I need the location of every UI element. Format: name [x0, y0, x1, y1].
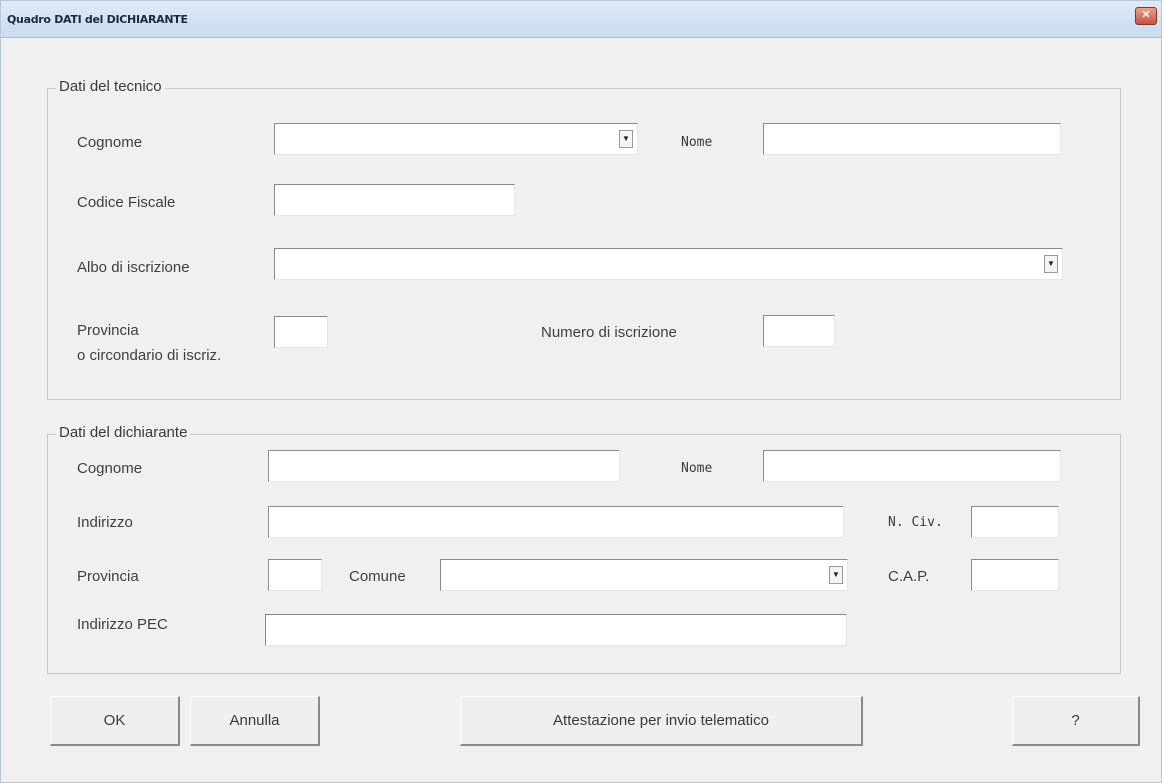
comune-label: Comune: [349, 568, 406, 585]
tecnico-cognome-label: Cognome: [77, 134, 143, 151]
comune-combo[interactable]: ▼: [440, 559, 848, 591]
tecnico-provincia-label-line1: Provincia: [77, 322, 139, 339]
tecnico-provincia-field[interactable]: [274, 316, 328, 348]
attestazione-button[interactable]: Attestazione per invio telematico: [460, 696, 863, 746]
tecnico-cognome-combo[interactable]: ▼: [274, 123, 638, 155]
ok-button[interactable]: OK: [50, 696, 180, 746]
numero-iscrizione-label: Numero di iscrizione: [541, 324, 677, 341]
codice-fiscale-field[interactable]: [274, 184, 515, 216]
pec-field[interactable]: [265, 614, 847, 646]
window-title: Quadro DATI del DICHIARANTE: [7, 13, 188, 26]
chevron-down-icon[interactable]: ▼: [1044, 255, 1058, 273]
indirizzo-label: Indirizzo: [77, 514, 133, 531]
tecnico-nome-field[interactable]: [763, 123, 1061, 155]
help-button[interactable]: ?: [1012, 696, 1140, 746]
chevron-down-icon[interactable]: ▼: [619, 130, 633, 148]
close-icon[interactable]: ✕: [1135, 7, 1157, 25]
dichiarante-cognome-label: Cognome: [77, 460, 143, 477]
dichiarante-provincia-field[interactable]: [268, 559, 322, 591]
indirizzo-field[interactable]: [268, 506, 844, 538]
numero-iscrizione-field[interactable]: [763, 315, 835, 347]
group-title-tecnico: Dati del tecnico: [56, 78, 165, 95]
dichiarante-nome-field[interactable]: [763, 450, 1061, 482]
numero-civico-label: N. Civ.: [888, 515, 943, 530]
numero-civico-field[interactable]: [971, 506, 1059, 538]
albo-iscrizione-label: Albo di iscrizione: [77, 259, 190, 276]
cap-label: C.A.P.: [888, 568, 930, 585]
pec-label: Indirizzo PEC: [77, 616, 168, 633]
dichiarante-nome-label: Nome: [681, 461, 713, 476]
albo-iscrizione-combo[interactable]: ▼: [274, 248, 1063, 280]
annulla-button[interactable]: Annulla: [190, 696, 320, 746]
title-bar[interactable]: Quadro DATI del DICHIARANTE ✕: [1, 1, 1161, 38]
codice-fiscale-label: Codice Fiscale: [77, 194, 176, 211]
dichiarante-cognome-field[interactable]: [268, 450, 620, 482]
tecnico-nome-label: Nome: [681, 135, 713, 150]
dichiarante-provincia-label: Provincia: [77, 568, 139, 585]
chevron-down-icon[interactable]: ▼: [829, 566, 843, 584]
group-title-dichiarante: Dati del dichiarante: [56, 424, 191, 441]
cap-field[interactable]: [971, 559, 1059, 591]
dialog-window: Quadro DATI del DICHIARANTE ✕ Dati del t…: [0, 0, 1162, 783]
tecnico-provincia-label-line2: o circondario di iscriz.: [77, 347, 222, 364]
